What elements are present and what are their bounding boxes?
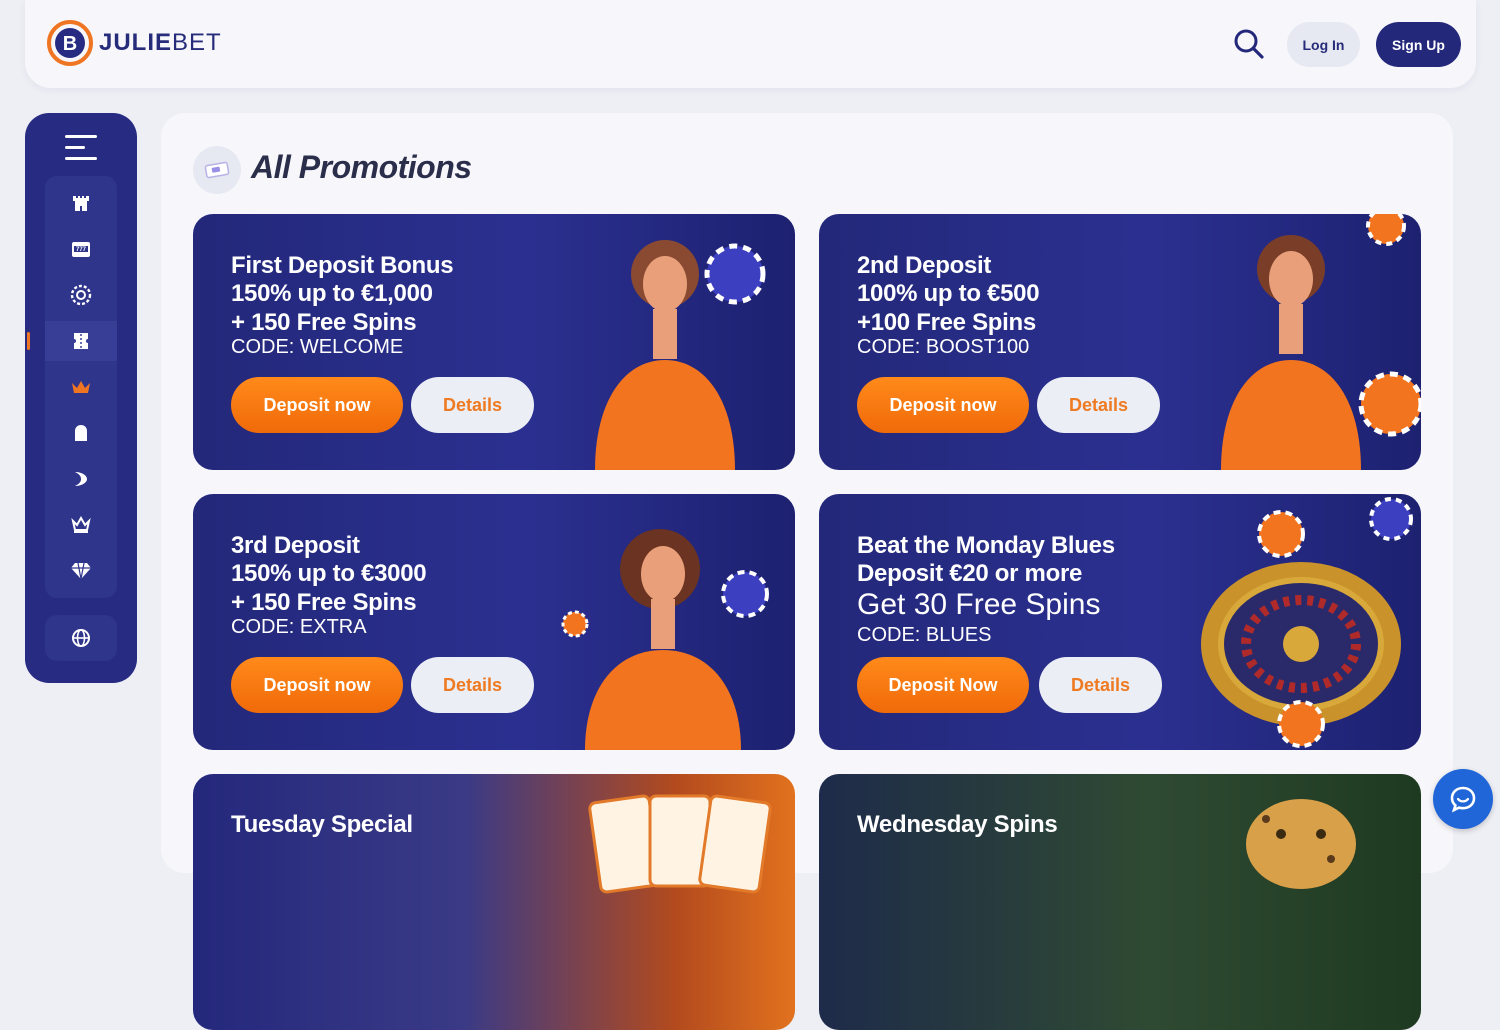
vip-crown-icon: [71, 515, 91, 533]
promo-title: 2nd Deposit: [857, 252, 992, 279]
promo-card-first-deposit: First Deposit Bonus 150% up to €1,000 + …: [193, 214, 795, 470]
sidebar-item-sports[interactable]: [45, 459, 117, 499]
promo-title: 3rd Deposit: [231, 532, 360, 559]
sidebar-item-shop[interactable]: [45, 413, 117, 453]
globe-icon: [72, 629, 90, 647]
promo-title: Beat the Monday Blues: [857, 532, 1115, 559]
julie-bet-logo-icon: B: [47, 20, 93, 66]
castle-icon: [73, 196, 89, 211]
deposit-now-button[interactable]: Deposit now: [231, 657, 403, 713]
promo-offer: 150% up to €3000: [231, 560, 427, 587]
live-chat-button[interactable]: [1433, 769, 1493, 829]
promo-model-illustration: [595, 240, 766, 470]
promo-free-spins: + 150 Free Spins: [231, 589, 417, 616]
promo-model-illustration: [1221, 214, 1421, 470]
brand-name: JULIEBET: [99, 29, 222, 56]
roulette-wheel-illustration: [1201, 497, 1413, 748]
deposit-now-button[interactable]: Deposit now: [857, 377, 1029, 433]
promo-free-spins: Get 30 Free Spins: [857, 588, 1101, 621]
promo-title: Wednesday Spins: [857, 811, 1058, 838]
page-title: All Promotions: [251, 149, 472, 185]
promo-code: CODE: EXTRA: [231, 616, 367, 638]
promo-code: CODE: WELCOME: [231, 336, 404, 358]
promotions-title-icon: [193, 146, 241, 194]
bag-icon: [75, 425, 87, 441]
promo-title: Tuesday Special: [231, 811, 413, 838]
promo-code: CODE: BOOST100: [857, 336, 1030, 358]
promo-card-tuesday-special: Tuesday Special: [193, 774, 795, 1030]
crown-icon: [72, 381, 90, 393]
details-button[interactable]: Details: [411, 657, 534, 713]
promo-model-illustration: [561, 529, 769, 750]
sidebar-item-live-casino[interactable]: [45, 275, 117, 315]
deposit-now-button[interactable]: Deposit now: [231, 377, 403, 433]
menu-icon[interactable]: [65, 135, 97, 163]
sidebar-item-slots[interactable]: 777: [45, 229, 117, 269]
sidebar-nav: 777: [25, 113, 137, 683]
signup-button[interactable]: Sign Up: [1376, 22, 1461, 67]
promo-offer: Deposit €20 or more: [857, 560, 1083, 587]
chat-icon: [1450, 786, 1476, 813]
sidebar-item-casino[interactable]: [45, 183, 117, 223]
details-button[interactable]: Details: [1037, 377, 1160, 433]
promo-card-third-deposit: 3rd Deposit 150% up to €3000 + 150 Free …: [193, 494, 795, 750]
playing-cards-illustration: [588, 794, 772, 894]
login-button[interactable]: Log In: [1287, 22, 1360, 67]
svg-text:B: B: [63, 33, 77, 55]
deposit-now-button[interactable]: Deposit Now: [857, 657, 1029, 713]
ticket-icon: [204, 161, 230, 179]
promo-offer: 150% up to €1,000: [231, 280, 433, 307]
diamond-icon: [71, 562, 91, 580]
sidebar-item-jackpots[interactable]: [45, 551, 117, 591]
slot-machine-icon: 777: [72, 242, 90, 257]
ticket-icon: [74, 333, 88, 349]
promo-card-second-deposit: 2nd Deposit 100% up to €500 +100 Free Sp…: [819, 214, 1421, 470]
sidebar-item-promotions[interactable]: [27, 321, 117, 361]
promo-card-wednesday-spins: Wednesday Spins: [819, 774, 1421, 1030]
play-icon: [75, 472, 87, 486]
sidebar-item-vip[interactable]: [45, 367, 117, 407]
language-selector[interactable]: [45, 615, 117, 661]
promo-code: CODE: BLUES: [857, 624, 992, 646]
promo-title: First Deposit Bonus: [231, 252, 454, 279]
promo-free-spins: +100 Free Spins: [857, 309, 1036, 336]
svg-text:777: 777: [76, 247, 87, 253]
top-header: B JULIEBET Log In Sign Up: [25, 0, 1476, 88]
promo-offer: 100% up to €500: [857, 280, 1040, 307]
promo-free-spins: + 150 Free Spins: [231, 309, 417, 336]
promo-card-monday-blues: Beat the Monday Blues Deposit €20 or mor…: [819, 494, 1421, 750]
details-button[interactable]: Details: [411, 377, 534, 433]
roulette-icon: [70, 284, 92, 306]
details-button[interactable]: Details: [1039, 657, 1162, 713]
sidebar-item-loyalty[interactable]: [45, 505, 117, 545]
brand-logo[interactable]: B JULIEBET: [47, 20, 222, 66]
sidebar-menu: 777: [27, 176, 117, 598]
jaguar-illustration: [1246, 799, 1356, 889]
search-icon[interactable]: [1232, 27, 1266, 61]
